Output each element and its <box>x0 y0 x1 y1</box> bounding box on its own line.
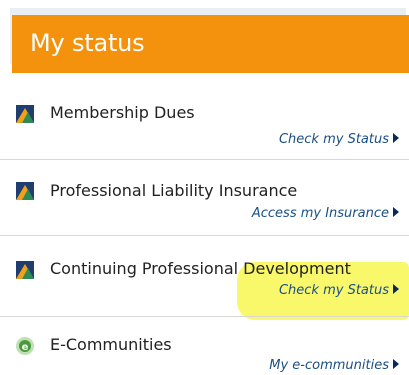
divider <box>0 159 409 160</box>
insurance-icon <box>16 182 34 200</box>
svg-text:e: e <box>22 342 29 353</box>
item-title: Membership Dues <box>50 103 195 122</box>
link-label: Check my Status <box>278 132 389 147</box>
cpd-icon <box>16 261 34 279</box>
link-label: My e-communities <box>269 358 389 373</box>
check-status-link[interactable]: Check my Status <box>279 283 399 298</box>
link-label: Access my Insurance <box>251 206 389 221</box>
arrow-right-icon <box>393 359 399 369</box>
my-e-communities-link[interactable]: My e-communities <box>269 358 399 373</box>
divider <box>0 235 409 236</box>
status-header: My status <box>10 8 409 73</box>
item-title: Continuing Professional Development <box>50 259 351 278</box>
arrow-right-icon <box>393 133 399 143</box>
membership-dues-icon <box>16 105 34 123</box>
item-title: Professional Liability Insurance <box>50 181 298 200</box>
header-bar: My status <box>12 15 409 73</box>
page-title: My status <box>30 29 145 57</box>
e-communities-icon: e <box>16 337 34 355</box>
arrow-right-icon <box>393 284 399 294</box>
item-title: E-Communities <box>50 335 172 354</box>
divider <box>0 316 409 317</box>
access-insurance-link[interactable]: Access my Insurance <box>252 206 399 221</box>
arrow-right-icon <box>393 207 399 217</box>
link-label: Check my Status <box>278 283 389 298</box>
check-status-link[interactable]: Check my Status <box>279 132 399 147</box>
